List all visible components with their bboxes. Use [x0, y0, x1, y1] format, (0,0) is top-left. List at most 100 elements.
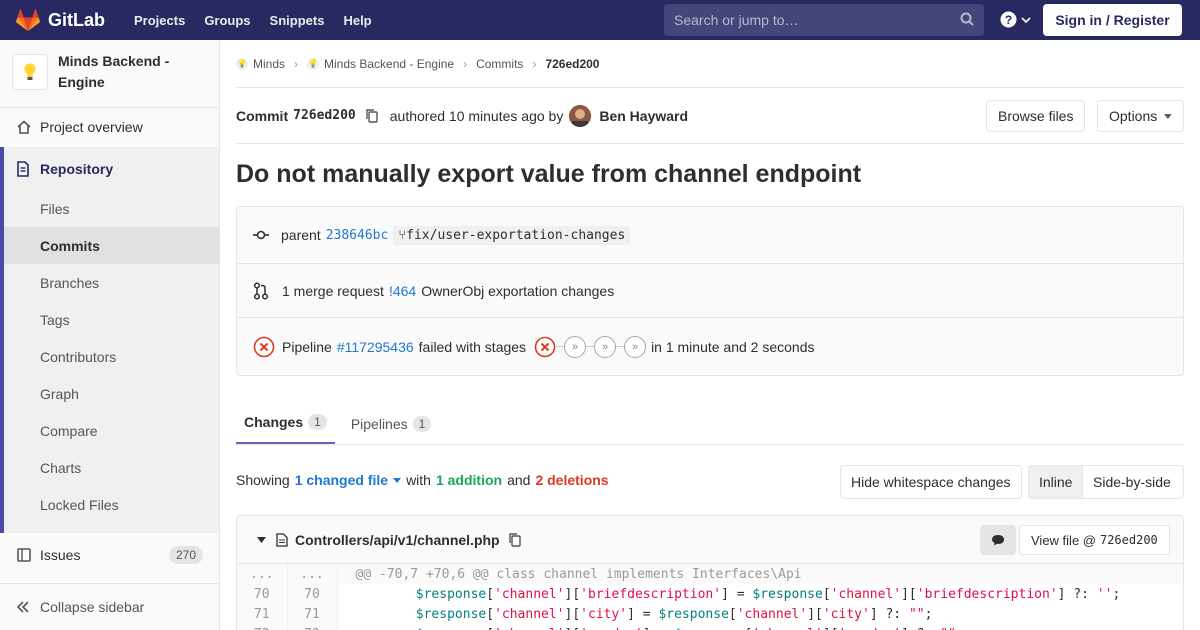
- sidebar-item-graph[interactable]: Graph: [4, 375, 219, 412]
- changed-files-dropdown[interactable]: 1 changed file: [294, 472, 402, 488]
- sidebar-item-tags[interactable]: Tags: [4, 301, 219, 338]
- code-key: 'briefdescription': [580, 586, 722, 602]
- options-label: Options: [1109, 108, 1158, 124]
- tab-pipelines[interactable]: Pipelines 1: [343, 404, 440, 444]
- diff-file: Controllers/api/v1/channel.php View file…: [236, 515, 1184, 630]
- diff-summary: Showing 1 changed file with 1 addition a…: [236, 445, 1184, 515]
- stage-failed-icon[interactable]: [534, 336, 556, 358]
- parent-row: parent 238646bc ⑂fix/user-exportation-ch…: [237, 207, 1183, 264]
- copy-sha-button[interactable]: [366, 108, 378, 123]
- tab-changes[interactable]: Changes 1: [236, 402, 335, 444]
- side-by-side-view-button[interactable]: Side-by-side: [1083, 465, 1184, 499]
- double-chevron-left-icon: [16, 601, 30, 613]
- authored-text: authored 10 minutes ago by: [389, 107, 564, 124]
- sidebar-item-branches[interactable]: Branches: [4, 264, 219, 301]
- sidebar-item-charts[interactable]: Charts: [4, 449, 219, 486]
- code-line: $response['channel']['gender'] = $respon…: [337, 624, 1183, 630]
- commit-tabs: Changes 1 Pipelines 1: [236, 389, 1184, 445]
- nav-snippets[interactable]: Snippets: [262, 13, 336, 28]
- new-line-number[interactable]: 70: [287, 584, 338, 604]
- collapse-caret-icon[interactable]: [257, 536, 266, 543]
- parent-sha-link[interactable]: 238646bc: [326, 228, 389, 243]
- copy-icon: [366, 108, 378, 123]
- gitlab-home-link[interactable]: GitLab: [16, 0, 105, 40]
- nav-projects[interactable]: Projects: [126, 13, 196, 28]
- old-line-number[interactable]: 70: [237, 584, 288, 604]
- caret-down-icon: [1164, 113, 1172, 119]
- gitlab-logo-icon: [16, 9, 40, 31]
- diff-file-header: Controllers/api/v1/channel.php View file…: [237, 516, 1183, 564]
- hide-whitespace-button[interactable]: Hide whitespace changes: [840, 465, 1022, 499]
- sidebar-item-files[interactable]: Files: [4, 190, 219, 227]
- sidebar-item-commits[interactable]: Commits: [4, 227, 219, 264]
- sidebar-item-locked-files[interactable]: Locked Files: [4, 486, 219, 523]
- top-navbar: GitLab Projects Groups Snippets Help Sea…: [0, 0, 1200, 40]
- document-icon: [16, 160, 32, 177]
- code-line: $response['channel']['briefdescription']…: [415, 586, 1121, 602]
- code-fallback: "": [940, 627, 956, 630]
- sidebar-item-repository[interactable]: Repository: [4, 147, 219, 190]
- search-icon: [960, 12, 974, 26]
- changed-files-label: 1 changed file: [294, 472, 389, 488]
- nav-help[interactable]: Help: [335, 13, 382, 28]
- inline-view-button[interactable]: Inline: [1028, 465, 1084, 499]
- view-file-button[interactable]: View file @ 726ed200: [1019, 525, 1170, 555]
- merge-request-title: OwnerObj exportation changes: [421, 282, 615, 299]
- chevron-right-icon: ›: [294, 56, 299, 71]
- commit-header: Commit 726ed200 authored 10 minutes ago …: [236, 88, 1184, 144]
- branch-label[interactable]: ⑂fix/user-exportation-changes: [393, 225, 631, 245]
- status-failed-icon[interactable]: [253, 336, 275, 358]
- file-path[interactable]: Controllers/api/v1/channel.php: [295, 532, 500, 548]
- author-name[interactable]: Ben Hayward: [599, 108, 688, 124]
- tab-label: Changes: [244, 414, 304, 430]
- breadcrumb-project[interactable]: Minds Backend - Engine: [324, 57, 454, 71]
- branch-name: fix/user-exportation-changes: [406, 227, 626, 243]
- merge-request-row: 1 merge request !464 OwnerObj exportatio…: [237, 264, 1183, 318]
- comment-button[interactable]: [980, 525, 1016, 555]
- additions-count: 1 addition: [435, 472, 503, 488]
- sidebar-project-header[interactable]: Minds Backend - Engine: [0, 40, 219, 108]
- code-key: 'city': [822, 606, 870, 622]
- stage-skipped-icon[interactable]: »: [624, 335, 647, 358]
- minds-avatar-icon: 💡: [236, 57, 248, 70]
- and-text: and: [507, 472, 531, 488]
- caret-down-icon: [393, 477, 402, 483]
- breadcrumb-current[interactable]: 726ed200: [545, 57, 599, 71]
- help-dropdown[interactable]: ?: [1000, 11, 1031, 28]
- browse-files-button[interactable]: Browse files: [986, 100, 1086, 132]
- pipeline-link[interactable]: #117295436: [337, 339, 414, 355]
- new-line-number[interactable]: 72: [287, 624, 338, 630]
- collapse-sidebar-button[interactable]: Collapse sidebar: [0, 583, 219, 630]
- search-input[interactable]: Search or jump to…: [664, 4, 984, 36]
- project-name: Minds Backend - Engine: [58, 53, 170, 90]
- chevron-right-icon: ›: [532, 56, 537, 71]
- commit-title: Do not manually export value from channe…: [236, 160, 862, 188]
- copy-path-button[interactable]: [508, 532, 521, 547]
- sidebar-item-issues[interactable]: Issues 270: [0, 536, 219, 573]
- with-text: with: [406, 472, 431, 488]
- breadcrumb: 💡 Minds › 💡 Minds Backend - Engine › Com…: [236, 40, 1184, 88]
- stage-skipped-icon[interactable]: »: [564, 335, 587, 358]
- code-key: 'briefdescription': [916, 586, 1058, 602]
- sidebar-item-project-overview[interactable]: Project overview: [0, 108, 219, 145]
- options-dropdown[interactable]: Options: [1097, 100, 1184, 132]
- old-line-number[interactable]: 71: [237, 604, 288, 624]
- nav-groups[interactable]: Groups: [196, 13, 261, 28]
- sidebar-item-label: Issues: [40, 546, 81, 563]
- new-line-number[interactable]: 71: [287, 604, 338, 624]
- commit-icon: [253, 230, 269, 240]
- old-line-number[interactable]: 72: [237, 624, 288, 630]
- breadcrumb-minds[interactable]: Minds: [253, 57, 285, 71]
- breadcrumb-commits[interactable]: Commits: [476, 57, 523, 71]
- sidebar-item-contributors[interactable]: Contributors: [4, 338, 219, 375]
- pipelines-count-badge: 1: [412, 416, 432, 432]
- code-key: 'gender': [580, 627, 643, 630]
- commit-label: Commit: [236, 107, 289, 124]
- author-avatar[interactable]: [569, 104, 592, 127]
- diff-hunk-header: ... ... @@ -70,7 +70,6 @@ class channel …: [237, 564, 1183, 584]
- sidebar-item-compare[interactable]: Compare: [4, 412, 219, 449]
- stage-skipped-icon[interactable]: »: [594, 335, 617, 358]
- merge-request-link[interactable]: !464: [389, 283, 416, 299]
- sign-in-button[interactable]: Sign in / Register: [1043, 4, 1182, 36]
- branch-icon: ⑂: [398, 227, 407, 243]
